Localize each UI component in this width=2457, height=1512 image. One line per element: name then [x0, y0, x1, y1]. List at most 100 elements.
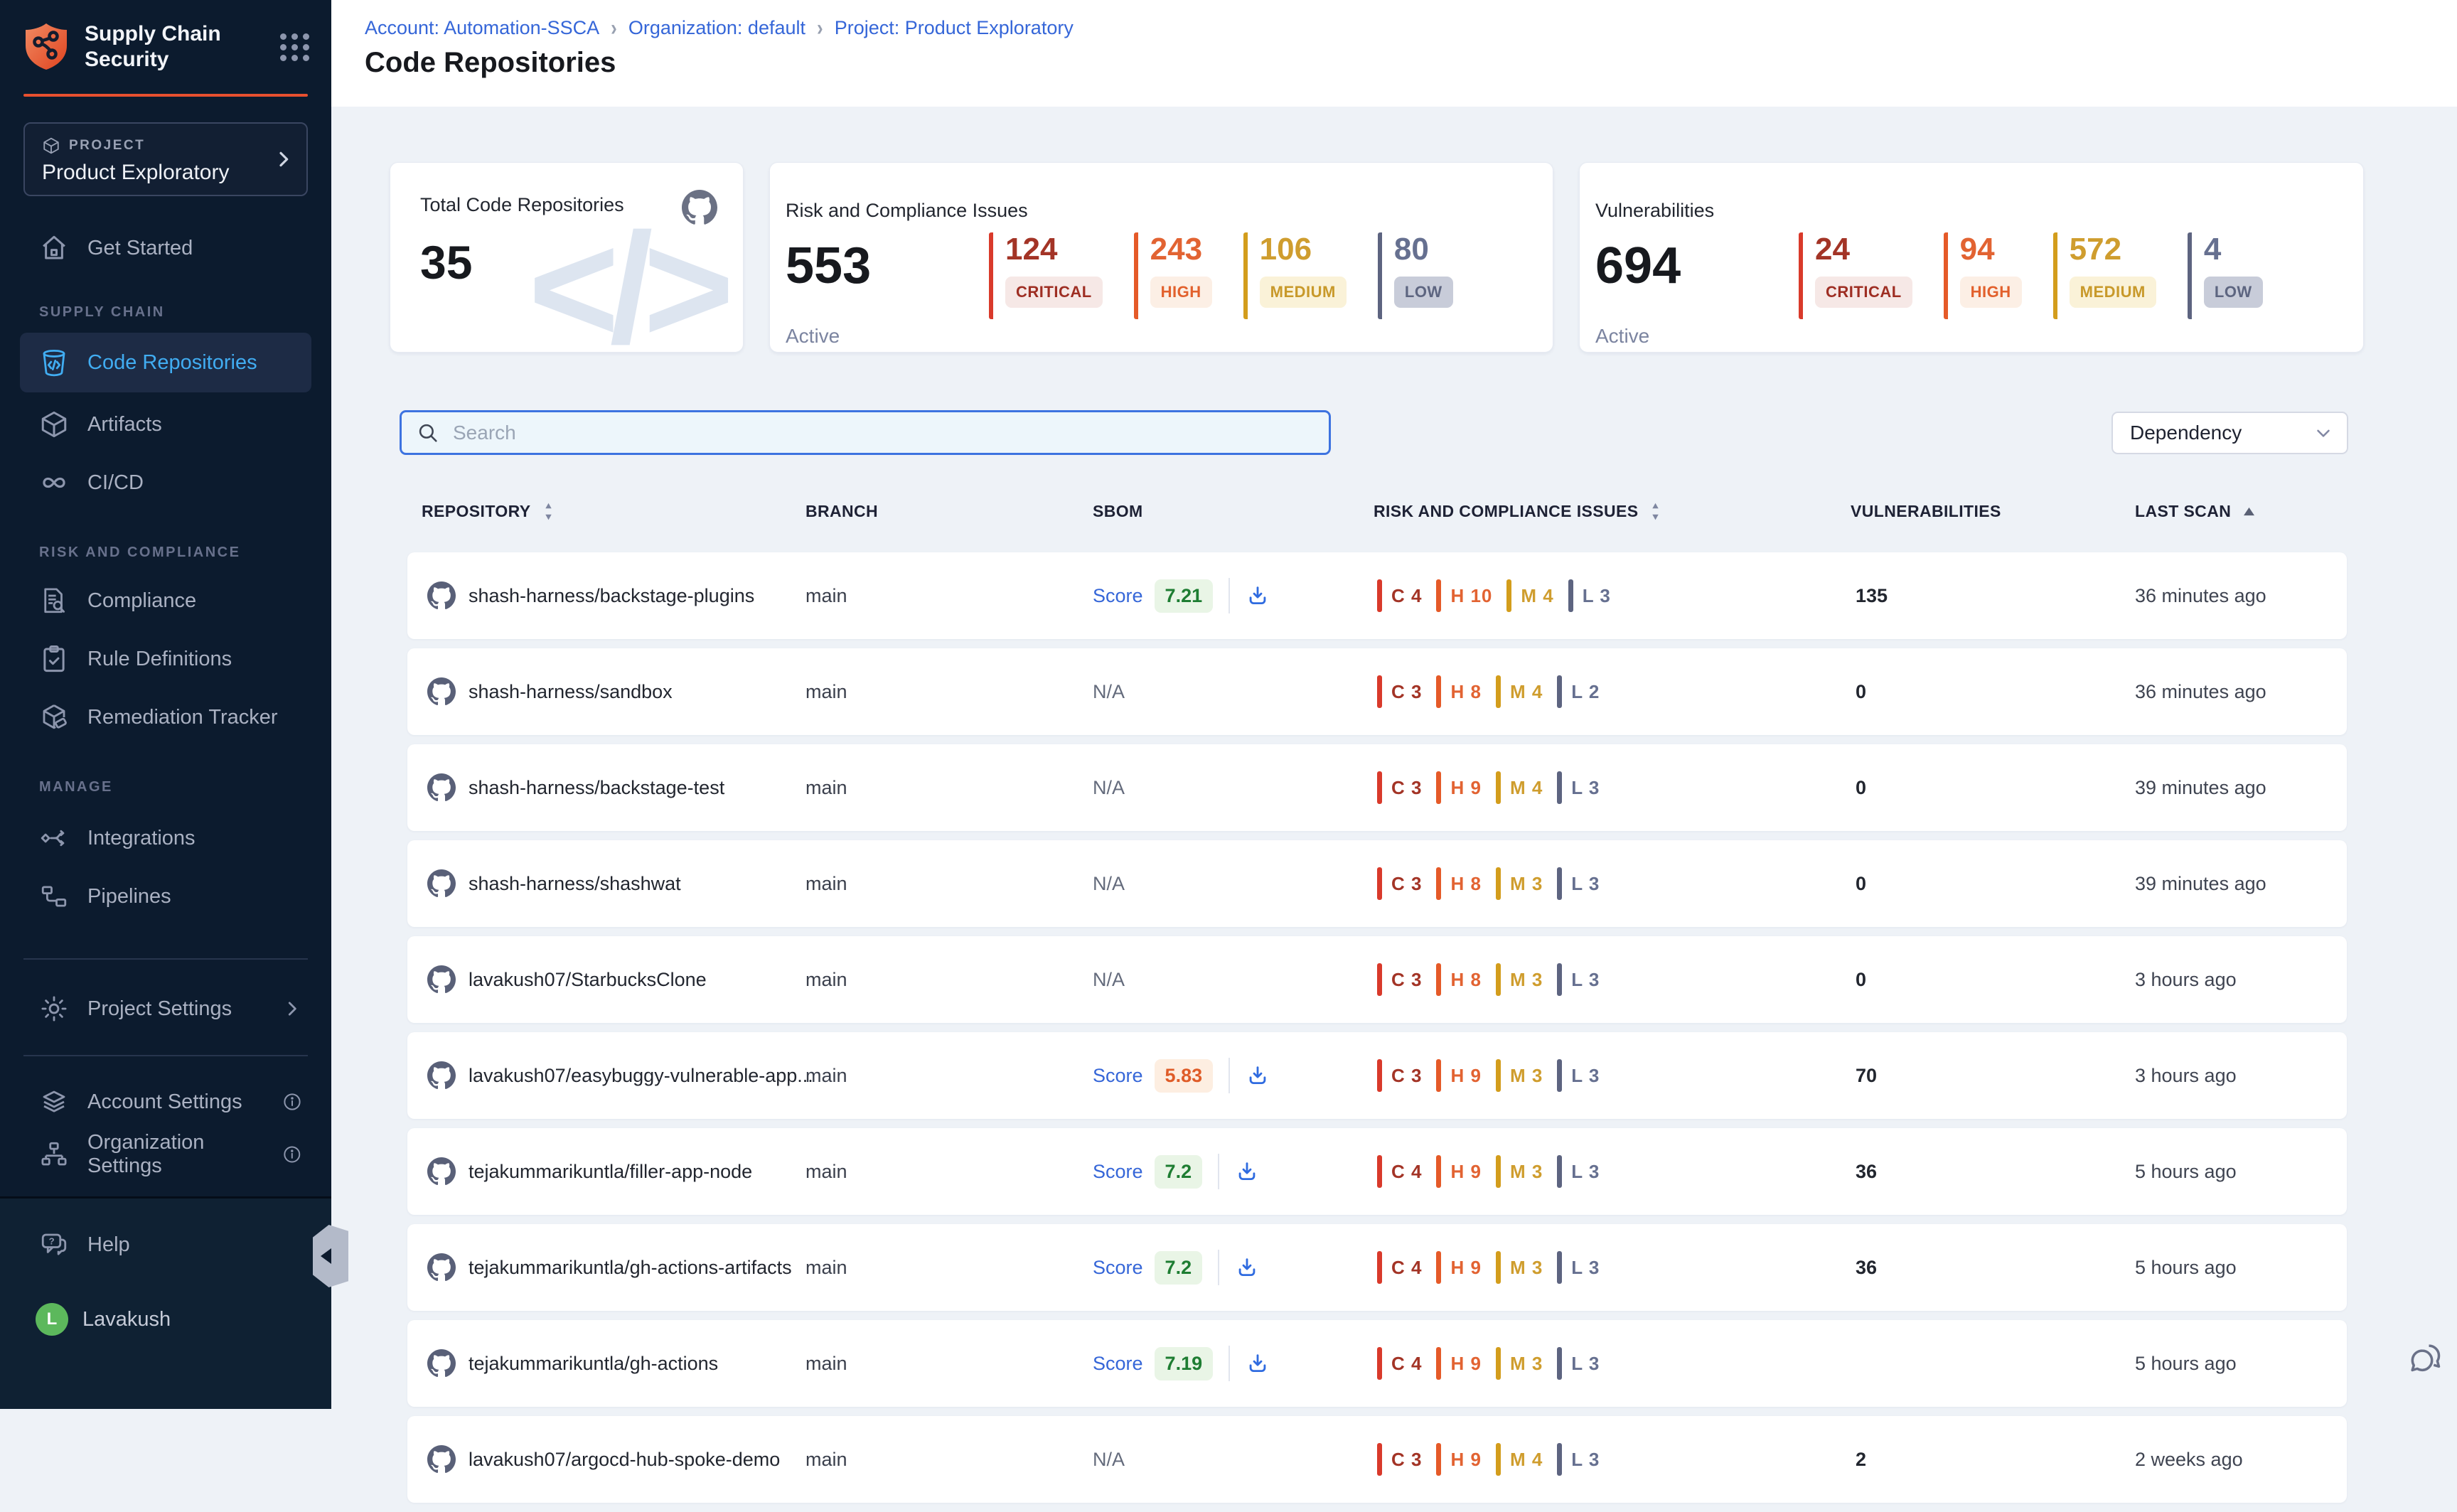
branch-name: main — [805, 936, 847, 1023]
user-name: Lavakush — [82, 1308, 171, 1331]
issues-cell: C 4H 9M 3L 3 — [1377, 1128, 1614, 1215]
sbom-score-link[interactable]: Score — [1093, 1353, 1143, 1375]
sidebar-item-rule-definitions[interactable]: Rule Definitions — [0, 633, 331, 685]
sbom-score-link[interactable]: Score — [1093, 1065, 1143, 1087]
column-header-vulnerabilities[interactable]: VULNERABILITIES — [1851, 502, 2001, 521]
sidebar-item-remediation-tracker[interactable]: Remediation Tracker — [0, 691, 331, 744]
severity-chip-high: H 8 — [1436, 867, 1481, 900]
sidebar-collapse-handle[interactable] — [313, 1225, 348, 1287]
sidebar-item-label: Get Started — [87, 237, 193, 260]
severity-bar — [1377, 963, 1382, 996]
download-sbom-icon[interactable] — [1246, 1351, 1270, 1376]
breadcrumb-separator-icon: › — [817, 15, 823, 41]
sidebar-item-get-started[interactable]: Get Started — [0, 227, 331, 269]
table-row[interactable]: shash-harness/backstage-testmainN/AC 3H … — [407, 744, 2347, 831]
sbom-not-available: N/A — [1093, 1449, 1125, 1471]
severity-bar — [1377, 579, 1382, 612]
severity-count: C 3 — [1391, 873, 1422, 895]
table-row[interactable]: tejakummarikuntla/filler-app-nodemainSco… — [407, 1128, 2347, 1215]
sidebar-item-help[interactable]: ? Help — [0, 1227, 331, 1262]
github-icon — [427, 869, 456, 898]
app-switcher-grid-icon[interactable] — [280, 33, 310, 61]
dependency-filter-dropdown[interactable]: Dependency — [2111, 412, 2348, 454]
severity-count: C 3 — [1391, 969, 1422, 991]
issues-cell: C 3H 8M 4L 2 — [1377, 648, 1614, 735]
sidebar-item-cicd[interactable]: CI/CD — [0, 456, 331, 509]
sidebar-item-code-repositories[interactable]: Code Repositories — [20, 333, 311, 392]
severity-chip-medium: M 4 — [1506, 579, 1553, 612]
severity-count: M 4 — [1510, 681, 1543, 703]
sidebar-item-compliance[interactable]: Compliance — [0, 574, 331, 627]
column-header-risk-compliance-issues[interactable]: RISK AND COMPLIANCE ISSUES — [1374, 502, 1661, 521]
download-sbom-icon[interactable] — [1246, 584, 1270, 608]
breadcrumb-project-link[interactable]: Project: Product Exploratory — [835, 17, 1074, 39]
cicd-icon — [39, 468, 69, 498]
search-box — [400, 410, 1331, 455]
breadcrumb-separator-icon: › — [611, 15, 617, 41]
card-title: Vulnerabilities — [1595, 200, 1714, 222]
severity-high: 243 HIGH — [1134, 232, 1212, 319]
sbom-score-link[interactable]: Score — [1093, 1257, 1143, 1279]
sbom-score-link[interactable]: Score — [1093, 1161, 1143, 1183]
severity-badge: HIGH — [1960, 277, 2022, 308]
issues-cell: C 3H 8M 3L 3 — [1377, 936, 1614, 1023]
sidebar-item-pipelines[interactable]: Pipelines — [0, 870, 331, 923]
severity-bar — [1557, 771, 1562, 804]
table-row[interactable]: tejakummarikuntla/gh-actions-artifactsma… — [407, 1224, 2347, 1311]
severity-bar — [1496, 867, 1501, 900]
issues-cell: C 4H 9M 3L 3 — [1377, 1320, 1614, 1407]
table-row[interactable]: lavakush07/StarbucksClonemainN/AC 3H 8M … — [407, 936, 2347, 1023]
severity-count: L 3 — [1571, 873, 1600, 895]
table-row[interactable]: shash-harness/shashwatmainN/AC 3H 8M 3L … — [407, 840, 2347, 927]
table-row[interactable]: shash-harness/backstage-pluginsmainScore… — [407, 552, 2347, 639]
column-header-last-scan[interactable]: LAST SCAN — [2135, 502, 2256, 521]
info-icon — [282, 1091, 303, 1112]
breadcrumb-organization-link[interactable]: Organization: default — [628, 17, 805, 39]
repo-name: shash-harness/shashwat — [469, 873, 681, 895]
table-row[interactable]: tejakummarikuntla/gh-actionsmainScore7.1… — [407, 1320, 2347, 1407]
help-chat-icon: ? — [39, 1230, 69, 1260]
project-selector[interactable]: PROJECT Product Exploratory — [23, 122, 308, 196]
last-scan: 39 minutes ago — [2135, 744, 2266, 831]
severity-count: L 3 — [1571, 969, 1600, 991]
branch-name: main — [805, 840, 847, 927]
table-row[interactable]: lavakush07/argocd-hub-spoke-demomainN/AC… — [407, 1416, 2347, 1503]
repo-cell: tejakummarikuntla/gh-actions-artifacts — [427, 1224, 792, 1311]
help-chat-button[interactable] — [2407, 1340, 2446, 1380]
severity-chip-critical: C 3 — [1377, 963, 1422, 996]
severity-bar — [1436, 1251, 1441, 1284]
column-header-repository[interactable]: REPOSITORY — [422, 502, 555, 521]
integrations-icon — [39, 823, 69, 853]
repo-cell: tejakummarikuntla/gh-actions — [427, 1320, 718, 1407]
download-sbom-icon[interactable] — [1235, 1255, 1259, 1280]
code-repository-icon — [39, 348, 69, 377]
sbom-cell: N/A — [1093, 1416, 1125, 1503]
severity-chip-low: L 3 — [1557, 1251, 1600, 1284]
repository-table: shash-harness/backstage-pluginsmainScore… — [407, 552, 2347, 1512]
chevron-right-icon — [282, 998, 303, 1019]
severity-value: 106 — [1260, 234, 1347, 265]
severity-bar — [1557, 1443, 1562, 1476]
sidebar-item-project-settings[interactable]: Project Settings — [0, 982, 331, 1035]
table-row[interactable]: shash-harness/sandboxmainN/AC 3H 8M 4L 2… — [407, 648, 2347, 735]
sidebar-item-organization-settings[interactable]: Organization Settings — [0, 1128, 331, 1181]
sidebar-item-account-settings[interactable]: Account Settings — [0, 1076, 331, 1128]
download-sbom-icon[interactable] — [1235, 1159, 1259, 1184]
sidebar-item-integrations[interactable]: Integrations — [0, 812, 331, 864]
severity-badge: CRITICAL — [1815, 277, 1912, 308]
severity-bar — [1377, 1251, 1382, 1284]
search-input[interactable] — [451, 421, 1329, 445]
severity-chip-high: H 9 — [1436, 1251, 1481, 1284]
table-row[interactable]: lavakush07/easybuggy-vulnerable-app...ma… — [407, 1032, 2347, 1119]
user-menu[interactable]: L Lavakush — [0, 1299, 331, 1339]
collapse-arrow-icon — [321, 1248, 331, 1264]
breadcrumb-account-link[interactable]: Account: Automation-SSCA — [365, 17, 599, 39]
sidebar-item-artifacts[interactable]: Artifacts — [0, 398, 331, 451]
severity-bar — [1377, 867, 1382, 900]
github-icon — [427, 773, 456, 802]
download-sbom-icon[interactable] — [1246, 1063, 1270, 1088]
column-header-sbom[interactable]: SBOM — [1093, 502, 1143, 521]
column-header-branch[interactable]: BRANCH — [805, 502, 878, 521]
vulnerability-count: 70 — [1856, 1032, 1877, 1119]
sbom-score-link[interactable]: Score — [1093, 585, 1143, 607]
